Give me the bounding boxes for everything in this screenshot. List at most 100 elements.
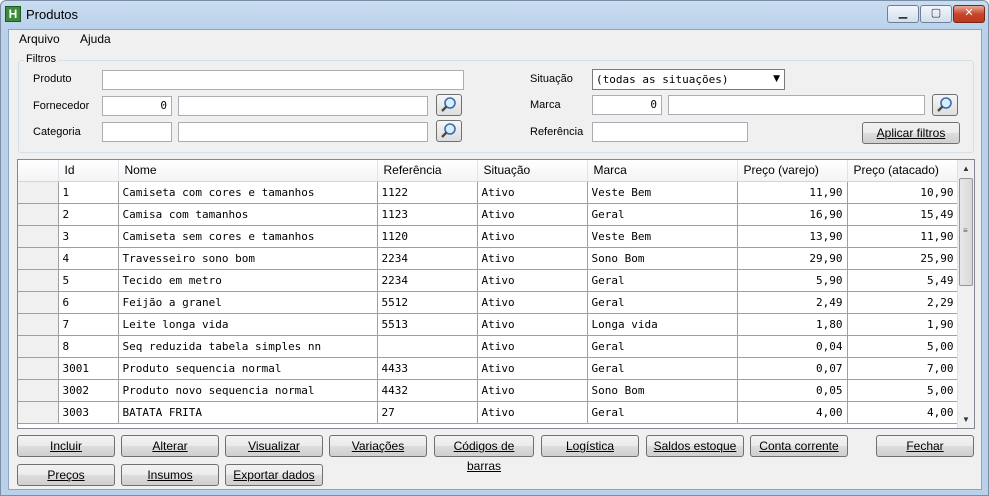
close-button[interactable]: ✕ [953, 5, 985, 23]
cell-situacao[interactable]: Ativo [477, 291, 588, 314]
minimize-button[interactable]: ▁ [887, 5, 919, 23]
incluir-button[interactable]: Incluir [17, 435, 115, 457]
cell-referencia[interactable]: 1123 [377, 203, 478, 226]
cell-nome[interactable]: Travesseiro sono bom [118, 247, 378, 270]
cell-preco-atacado[interactable]: 10,90 [847, 181, 959, 204]
cell-marca[interactable]: Sono Bom [587, 247, 738, 270]
cell-nome[interactable]: Leite longa vida [118, 313, 378, 336]
cell-preco-varejo[interactable]: 1,80 [737, 313, 848, 336]
cell-id[interactable]: 3 [58, 225, 119, 248]
cell-situacao[interactable]: Ativo [477, 379, 588, 402]
insumos-button[interactable]: Insumos [121, 464, 219, 486]
row-header[interactable] [18, 291, 59, 314]
cell-marca[interactable]: Geral [587, 291, 738, 314]
cell-referencia[interactable]: 2234 [377, 269, 478, 292]
table-row[interactable]: 3 Camiseta sem cores e tamanhos 1120 Ativo V… [18, 225, 959, 248]
cell-preco-atacado[interactable]: 5,00 [847, 379, 959, 402]
cell-preco-varejo[interactable]: 4,00 [737, 401, 848, 424]
row-header[interactable] [18, 335, 59, 358]
cell-marca[interactable]: Geral [587, 401, 738, 424]
cell-preco-atacado[interactable]: 2,29 [847, 291, 959, 314]
cell-situacao[interactable]: Ativo [477, 335, 588, 358]
table-row[interactable]: 3003 BATATA FRITA 27 Ativo Geral 4,00 4,00 [18, 401, 959, 424]
cell-situacao[interactable]: Ativo [477, 269, 588, 292]
cell-nome[interactable]: Camisa com tamanhos [118, 203, 378, 226]
row-header[interactable] [18, 247, 59, 270]
row-header[interactable] [18, 203, 59, 226]
column-header-nome[interactable]: Nome [118, 160, 378, 182]
logistica-button[interactable]: Logística [541, 435, 639, 457]
cell-id[interactable]: 3001 [58, 357, 119, 380]
cell-preco-varejo[interactable]: 0,07 [737, 357, 848, 380]
categoria-search-button[interactable] [436, 120, 462, 142]
cell-marca[interactable]: Geral [587, 269, 738, 292]
scroll-down-arrow-icon[interactable]: ▼ [958, 411, 974, 428]
cell-id[interactable]: 1 [58, 181, 119, 204]
maximize-button[interactable]: ▢ [920, 5, 952, 23]
categoria-name-input[interactable] [178, 122, 428, 142]
cell-preco-varejo[interactable]: 13,90 [737, 225, 848, 248]
cell-referencia[interactable]: 5513 [377, 313, 478, 336]
cell-preco-atacado[interactable]: 15,49 [847, 203, 959, 226]
cell-preco-atacado[interactable]: 1,90 [847, 313, 959, 336]
cell-referencia[interactable]: 5512 [377, 291, 478, 314]
scroll-thumb[interactable]: ≡ [959, 178, 973, 286]
cell-id[interactable]: 4 [58, 247, 119, 270]
cell-marca[interactable]: Geral [587, 203, 738, 226]
cell-nome[interactable]: Camiseta com cores e tamanhos [118, 181, 378, 204]
fornecedor-code-input[interactable]: 0 [102, 96, 172, 116]
table-row[interactable]: 2 Camisa com tamanhos 1123 Ativo Geral 16,90 1… [18, 203, 959, 226]
visualizar-button[interactable]: Visualizar [225, 435, 323, 457]
cell-nome[interactable]: Tecido em metro [118, 269, 378, 292]
column-header-referencia[interactable]: Referência [377, 160, 478, 182]
codigos-barras-button[interactable]: Códigos de barras [434, 435, 534, 473]
cell-preco-atacado[interactable]: 11,90 [847, 225, 959, 248]
cell-situacao[interactable]: Ativo [477, 225, 588, 248]
cell-preco-varejo[interactable]: 0,04 [737, 335, 848, 358]
cell-situacao[interactable]: Ativo [477, 313, 588, 336]
cell-preco-atacado[interactable]: 5,49 [847, 269, 959, 292]
row-header[interactable] [18, 379, 59, 402]
cell-preco-varejo[interactable]: 2,49 [737, 291, 848, 314]
situacao-select[interactable]: (todas as situações) ▼ [592, 69, 785, 90]
column-header-preco-atacado[interactable]: Preço (atacado) [847, 160, 959, 182]
produto-input[interactable] [102, 70, 464, 90]
cell-nome[interactable]: Feijão a granel [118, 291, 378, 314]
cell-referencia[interactable]: 2234 [377, 247, 478, 270]
table-row[interactable]: 6 Feijão a granel 5512 Ativo Geral 2,49 2,29 [18, 291, 959, 314]
marca-name-input[interactable] [668, 95, 925, 115]
title-bar[interactable]: H Produtos ▁ ▢ ✕ [1, 1, 988, 29]
vertical-scrollbar[interactable]: ▲ ≡ ▼ [957, 160, 974, 428]
table-row[interactable]: 1 Camiseta com cores e tamanhos 1122 Ativo V… [18, 181, 959, 204]
cell-preco-varejo[interactable]: 0,05 [737, 379, 848, 402]
cell-marca[interactable]: Geral [587, 357, 738, 380]
table-row[interactable]: 3002 Produto novo sequencia normal 4432 Ati… [18, 379, 959, 402]
cell-id[interactable]: 5 [58, 269, 119, 292]
categoria-code-input[interactable] [102, 122, 172, 142]
cell-preco-atacado[interactable]: 5,00 [847, 335, 959, 358]
menu-ajuda[interactable]: Ajuda [80, 32, 111, 46]
fornecedor-name-input[interactable] [178, 96, 428, 116]
cell-id[interactable]: 2 [58, 203, 119, 226]
table-row[interactable]: 7 Leite longa vida 5513 Ativo Longa vida 1,80… [18, 313, 959, 336]
cell-id[interactable]: 6 [58, 291, 119, 314]
table-row[interactable]: 8 Seq reduzida tabela simples nn Ativo Gera… [18, 335, 959, 358]
column-header-marca[interactable]: Marca [587, 160, 738, 182]
cell-id[interactable]: 8 [58, 335, 119, 358]
cell-referencia[interactable]: 4433 [377, 357, 478, 380]
cell-marca[interactable]: Veste Bem [587, 225, 738, 248]
cell-nome[interactable]: Camiseta sem cores e tamanhos [118, 225, 378, 248]
conta-corrente-button[interactable]: Conta corrente [750, 435, 848, 457]
cell-situacao[interactable]: Ativo [477, 401, 588, 424]
column-header-id[interactable]: Id [58, 160, 119, 182]
cell-nome[interactable]: Produto sequencia normal [118, 357, 378, 380]
table-row[interactable]: 4 Travesseiro sono bom 2234 Ativo Sono Bom 29… [18, 247, 959, 270]
row-header[interactable] [18, 225, 59, 248]
cell-situacao[interactable]: Ativo [477, 357, 588, 380]
cell-referencia[interactable]: 4432 [377, 379, 478, 402]
cell-referencia[interactable] [377, 335, 478, 358]
cell-marca[interactable]: Geral [587, 335, 738, 358]
cell-preco-varejo[interactable]: 16,90 [737, 203, 848, 226]
column-header-situacao[interactable]: Situação [477, 160, 588, 182]
column-header-preco-varejo[interactable]: Preço (varejo) [737, 160, 848, 182]
